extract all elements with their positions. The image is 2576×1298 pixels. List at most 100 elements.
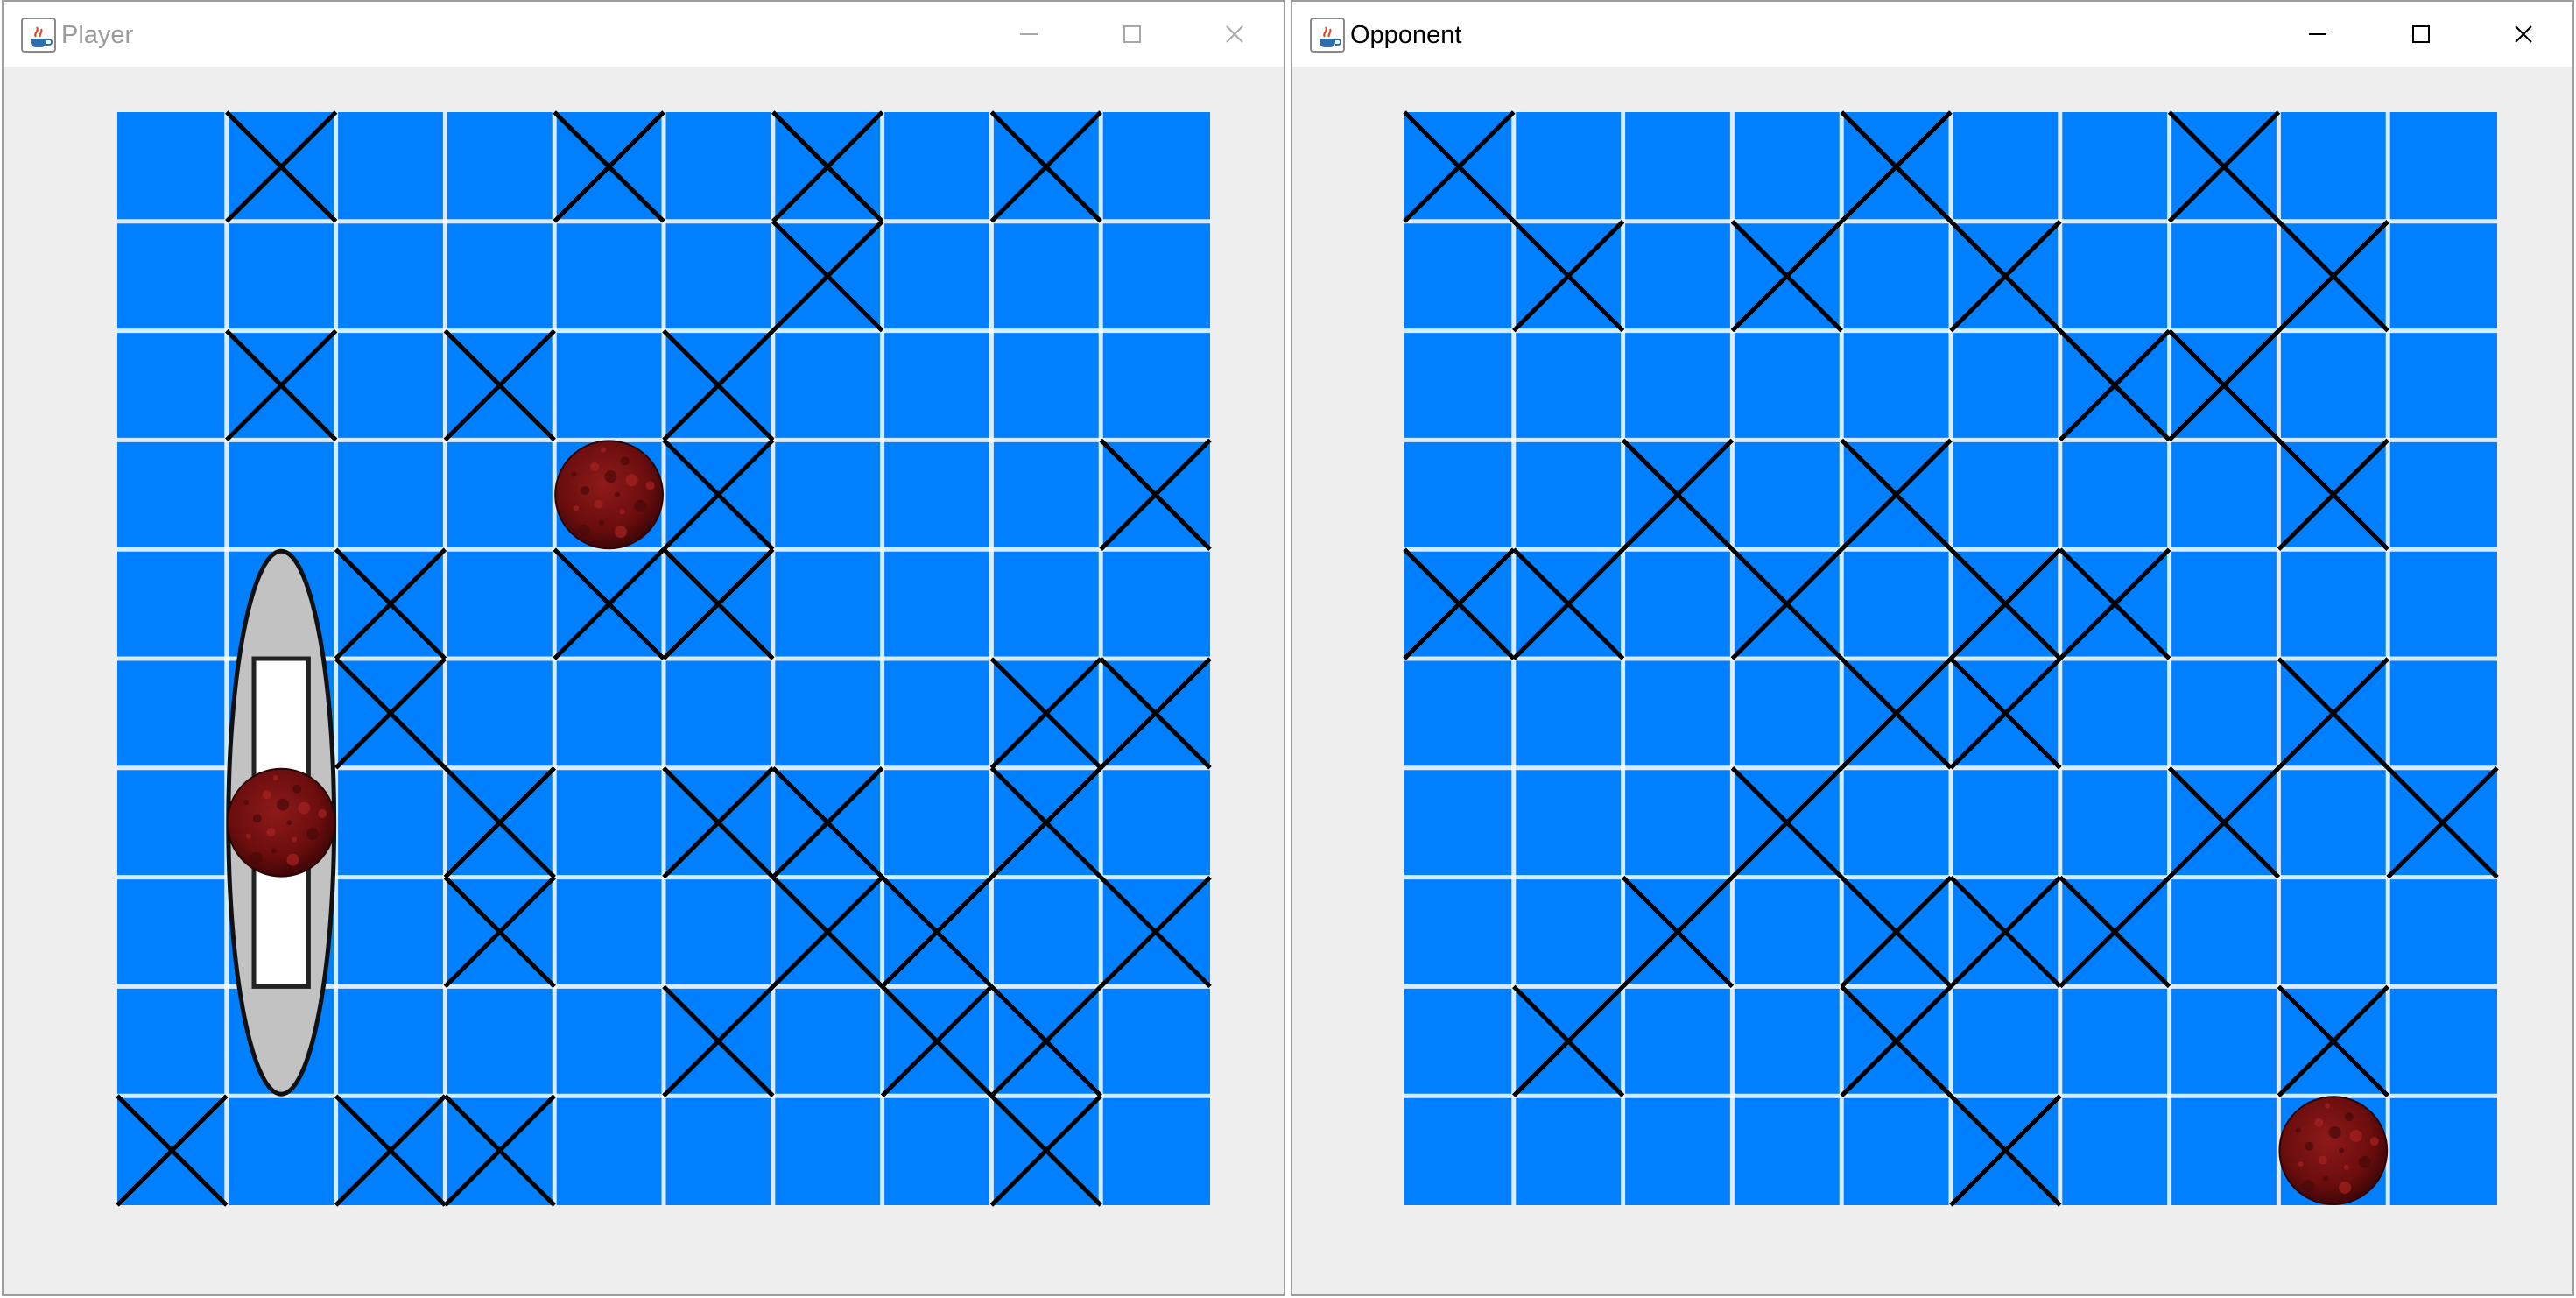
board-cell[interactable]: [554, 1096, 664, 1205]
board-cell[interactable]: [554, 331, 664, 441]
board-cell[interactable]: [117, 331, 227, 441]
board-cell[interactable]: [1404, 768, 1514, 878]
board-cell[interactable]: [2388, 659, 2497, 768]
opponent-board-grid[interactable]: [1403, 110, 2499, 1207]
board-cell[interactable]: [1404, 659, 1514, 768]
board-cell[interactable]: [2278, 549, 2388, 659]
board-cell[interactable]: [664, 222, 773, 331]
board-cell[interactable]: [445, 549, 554, 659]
maximize-button[interactable]: [1112, 14, 1152, 54]
board-cell[interactable]: [883, 440, 992, 549]
board-cell[interactable]: [773, 549, 883, 659]
board-cell[interactable]: [117, 878, 227, 987]
board-cell[interactable]: [1951, 440, 2060, 549]
board-cell[interactable]: [2170, 986, 2279, 1096]
board-cell[interactable]: [336, 112, 446, 222]
maximize-button[interactable]: [2401, 14, 2441, 54]
board-cell[interactable]: [445, 440, 554, 549]
board-cell[interactable]: [1623, 986, 1733, 1096]
board-cell[interactable]: [883, 549, 992, 659]
board-cell[interactable]: [1101, 768, 1210, 878]
minimize-button[interactable]: [1009, 14, 1049, 54]
board-cell[interactable]: [554, 878, 664, 987]
board-cell[interactable]: [1514, 659, 1623, 768]
board-cell[interactable]: [2170, 222, 2279, 331]
board-cell[interactable]: [1841, 331, 1951, 441]
board-cell[interactable]: [2388, 331, 2497, 441]
board-cell[interactable]: [1623, 1096, 1733, 1205]
board-cell[interactable]: [1514, 440, 1623, 549]
board-cell[interactable]: [1732, 440, 1841, 549]
board-cell[interactable]: [1732, 878, 1841, 987]
board-cell[interactable]: [2170, 440, 2279, 549]
close-button[interactable]: [1214, 14, 1255, 54]
board-cell[interactable]: [1623, 768, 1733, 878]
board-cell[interactable]: [991, 878, 1101, 987]
board-cell[interactable]: [2060, 222, 2170, 331]
board-cell[interactable]: [1623, 549, 1733, 659]
board-cell[interactable]: [117, 440, 227, 549]
board-cell[interactable]: [554, 768, 664, 878]
board-cell[interactable]: [773, 986, 883, 1096]
board-cell[interactable]: [773, 1096, 883, 1205]
board-cell[interactable]: [2278, 768, 2388, 878]
board-cell[interactable]: [117, 659, 227, 768]
board-cell[interactable]: [1732, 331, 1841, 441]
board-cell[interactable]: [1951, 331, 2060, 441]
board-cell[interactable]: [117, 768, 227, 878]
board-cell[interactable]: [1514, 331, 1623, 441]
board-cell[interactable]: [117, 986, 227, 1096]
board-cell[interactable]: [2278, 878, 2388, 987]
board-cell[interactable]: [2060, 440, 2170, 549]
board-cell[interactable]: [1841, 222, 1951, 331]
opponent-board[interactable]: [1403, 110, 2499, 1207]
player-board[interactable]: [116, 110, 1212, 1207]
board-cell[interactable]: [1101, 986, 1210, 1096]
board-cell[interactable]: [1101, 222, 1210, 331]
board-cell[interactable]: [1732, 659, 1841, 768]
board-cell[interactable]: [2278, 112, 2388, 222]
board-cell[interactable]: [227, 222, 336, 331]
board-cell[interactable]: [117, 112, 227, 222]
board-cell[interactable]: [991, 331, 1101, 441]
board-cell[interactable]: [1623, 659, 1733, 768]
board-cell[interactable]: [1514, 112, 1623, 222]
board-cell[interactable]: [1404, 331, 1514, 441]
board-cell[interactable]: [1514, 1096, 1623, 1205]
board-cell[interactable]: [336, 768, 446, 878]
board-cell[interactable]: [883, 768, 992, 878]
board-cell[interactable]: [2170, 1096, 2279, 1205]
board-cell[interactable]: [1404, 878, 1514, 987]
board-cell[interactable]: [1404, 440, 1514, 549]
board-cell[interactable]: [1951, 768, 2060, 878]
board-cell[interactable]: [1514, 878, 1623, 987]
board-cell[interactable]: [554, 659, 664, 768]
board-cell[interactable]: [2388, 1096, 2497, 1205]
board-cell[interactable]: [664, 1096, 773, 1205]
board-cell[interactable]: [445, 222, 554, 331]
board-cell[interactable]: [2060, 659, 2170, 768]
board-cell[interactable]: [1101, 331, 1210, 441]
board-cell[interactable]: [445, 986, 554, 1096]
board-cell[interactable]: [883, 331, 992, 441]
board-cell[interactable]: [664, 112, 773, 222]
title-bar[interactable]: Opponent: [1292, 2, 2572, 67]
board-cell[interactable]: [336, 440, 446, 549]
board-cell[interactable]: [2060, 986, 2170, 1096]
board-cell[interactable]: [445, 659, 554, 768]
board-cell[interactable]: [883, 659, 992, 768]
board-cell[interactable]: [1732, 986, 1841, 1096]
board-cell[interactable]: [554, 986, 664, 1096]
board-cell[interactable]: [227, 440, 336, 549]
board-cell[interactable]: [991, 440, 1101, 549]
board-cell[interactable]: [1514, 768, 1623, 878]
board-cell[interactable]: [2388, 878, 2497, 987]
board-cell[interactable]: [554, 222, 664, 331]
board-cell[interactable]: [2388, 222, 2497, 331]
board-cell[interactable]: [336, 331, 446, 441]
board-cell[interactable]: [991, 222, 1101, 331]
board-cell[interactable]: [1841, 549, 1951, 659]
board-cell[interactable]: [336, 878, 446, 987]
board-cell[interactable]: [1841, 768, 1951, 878]
board-cell[interactable]: [2170, 659, 2279, 768]
